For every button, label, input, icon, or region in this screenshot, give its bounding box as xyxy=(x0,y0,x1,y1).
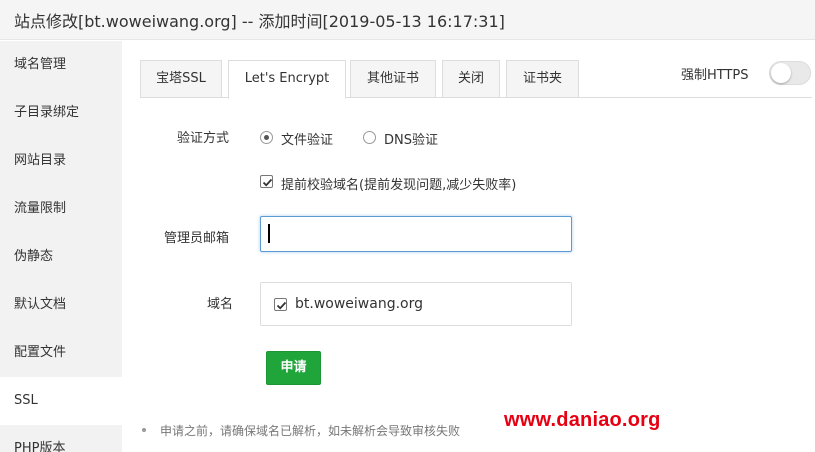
domain-checkbox[interactable] xyxy=(274,298,287,311)
sidebar: 域名管理 子目录绑定 网站目录 流量限制 伪静态 默认文档 配置文件 SSL P… xyxy=(0,41,122,452)
apply-button[interactable]: 申请 xyxy=(266,351,321,385)
sidebar-item-default-document[interactable]: 默认文档 xyxy=(0,281,122,329)
title-bar: 站点修改[bt.woweiwang.org] -- 添加时间[2019-05-1… xyxy=(0,0,815,40)
admin-email-input[interactable] xyxy=(260,216,572,252)
verify-method-label: 验证方式 xyxy=(177,131,230,146)
sidebar-item-php-version[interactable]: PHP版本 xyxy=(0,425,122,452)
sidebar-item-rewrite[interactable]: 伪静态 xyxy=(0,233,122,281)
sidebar-item-traffic-limit[interactable]: 流量限制 xyxy=(0,185,122,233)
note-text: 申请之前，请确保域名已解析，如未解析会导致审核失败 xyxy=(160,424,461,438)
radio-dns-verify[interactable] xyxy=(363,131,376,144)
check-icon xyxy=(262,178,273,187)
tab-close[interactable]: 关闭 xyxy=(442,60,500,98)
tab-other-cert[interactable]: 其他证书 xyxy=(350,60,436,98)
text-caret xyxy=(268,224,270,243)
sidebar-item-site-directory[interactable]: 网站目录 xyxy=(0,137,122,185)
force-https-toggle[interactable] xyxy=(769,61,811,85)
tab-bt-ssl[interactable]: 宝塔SSL xyxy=(140,60,222,98)
note-bullet xyxy=(142,428,146,432)
admin-email-label: 管理员邮箱 xyxy=(164,231,230,246)
toggle-knob xyxy=(771,63,791,83)
sidebar-item-config-file[interactable]: 配置文件 xyxy=(0,329,122,377)
sidebar-item-ssl[interactable]: SSL xyxy=(0,377,122,425)
domain-label: 域名 xyxy=(207,297,234,312)
tab-cert-folder[interactable]: 证书夹 xyxy=(506,60,579,98)
tab-lets-encrypt[interactable]: Let's Encrypt xyxy=(228,60,346,99)
sidebar-item-subdirectory-binding[interactable]: 子目录绑定 xyxy=(0,89,122,137)
radio-file-verify[interactable] xyxy=(260,131,273,144)
radio-dns-verify-label: DNS验证 xyxy=(384,133,438,148)
domain-name: bt.woweiwang.org xyxy=(295,296,423,312)
force-https-label: 强制HTTPS xyxy=(681,68,749,83)
precheck-checkbox[interactable] xyxy=(260,175,273,188)
window-title: 站点修改[bt.woweiwang.org] -- 添加时间[2019-05-1… xyxy=(14,12,505,31)
radio-file-verify-label: 文件验证 xyxy=(281,133,334,148)
watermark: www.daniao.org xyxy=(504,409,661,431)
check-icon xyxy=(276,301,287,310)
sidebar-item-domain-management[interactable]: 域名管理 xyxy=(0,41,122,89)
precheck-label: 提前校验域名(提前发现问题,减少失败率) xyxy=(281,178,517,193)
